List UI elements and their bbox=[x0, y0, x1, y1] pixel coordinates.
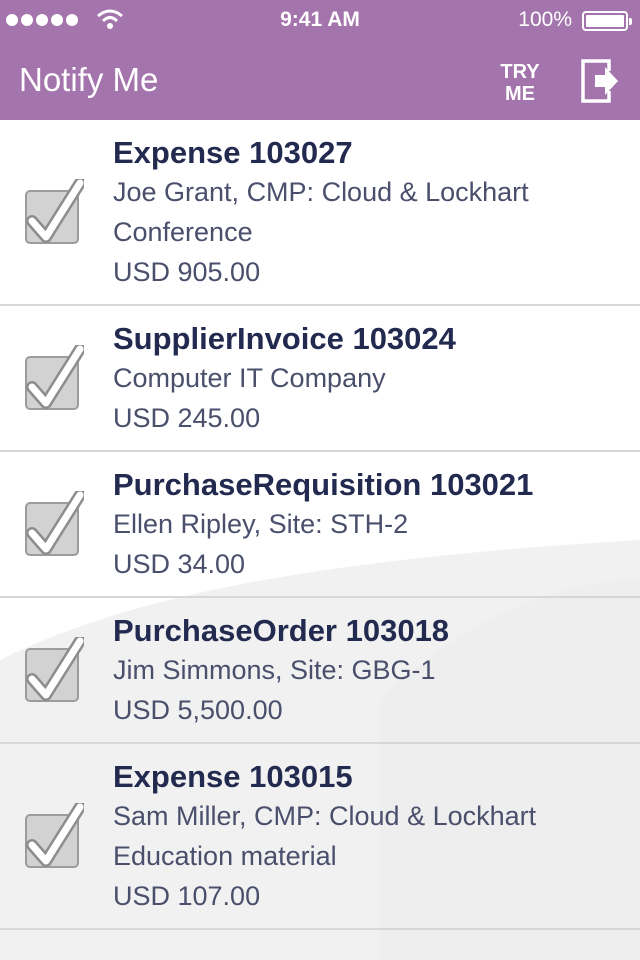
item-amount: USD 5,500.00 bbox=[113, 695, 283, 725]
item-title: Expense 103015 bbox=[113, 759, 353, 794]
item-detail: Computer IT Company bbox=[113, 363, 386, 393]
status-bar: 9:41 AM 100% bbox=[0, 0, 640, 40]
battery-percentage: 100% bbox=[518, 8, 572, 31]
battery-icon bbox=[582, 11, 632, 31]
list-item[interactable]: SupplierInvoice 103024 Computer IT Compa… bbox=[0, 306, 640, 452]
item-detail: Sam Miller, CMP: Cloud & Lockhart bbox=[113, 801, 537, 831]
item-title: PurchaseOrder 103018 bbox=[113, 613, 450, 648]
list-item[interactable]: PurchaseOrder 103018 Jim Simmons, Site: … bbox=[0, 598, 640, 744]
item-detail: Conference bbox=[113, 217, 253, 247]
app-header: 9:41 AM 100% Notify Me TRY ME bbox=[0, 0, 640, 120]
item-detail: Joe Grant, CMP: Cloud & Lockhart bbox=[113, 177, 529, 207]
checkbox-checked-icon[interactable] bbox=[24, 179, 84, 245]
list-item[interactable]: Expense 103015 Sam Miller, CMP: Cloud & … bbox=[0, 744, 640, 930]
item-title: SupplierInvoice 103024 bbox=[113, 321, 456, 356]
item-title: Expense 103027 bbox=[113, 135, 353, 170]
checkbox-checked-icon[interactable] bbox=[24, 637, 84, 703]
list-item[interactable]: Expense 103027 Joe Grant, CMP: Cloud & L… bbox=[0, 120, 640, 306]
item-amount: USD 905.00 bbox=[113, 257, 261, 287]
item-detail: Ellen Ripley, Site: STH-2 bbox=[113, 509, 409, 539]
item-title: PurchaseRequisition 103021 bbox=[113, 467, 534, 502]
checkbox-checked-icon[interactable] bbox=[24, 345, 84, 411]
item-detail: Education material bbox=[113, 841, 337, 871]
app-title: Notify Me bbox=[19, 61, 159, 98]
item-amount: USD 245.00 bbox=[113, 403, 261, 433]
try-me-label-line1: TRY bbox=[500, 61, 540, 83]
item-amount: USD 107.00 bbox=[113, 881, 261, 911]
logout-icon[interactable] bbox=[579, 57, 621, 105]
item-detail: Jim Simmons, Site: GBG-1 bbox=[113, 655, 436, 685]
notification-list: Expense 103027 Joe Grant, CMP: Cloud & L… bbox=[0, 120, 640, 930]
checkbox-checked-icon[interactable] bbox=[24, 803, 84, 869]
try-me-label-line2: ME bbox=[505, 83, 535, 105]
list-item[interactable]: PurchaseRequisition 103021 Ellen Ripley,… bbox=[0, 452, 640, 598]
checkbox-checked-icon[interactable] bbox=[24, 491, 84, 557]
try-me-button[interactable]: TRY ME bbox=[490, 61, 550, 105]
item-amount: USD 34.00 bbox=[113, 549, 246, 579]
